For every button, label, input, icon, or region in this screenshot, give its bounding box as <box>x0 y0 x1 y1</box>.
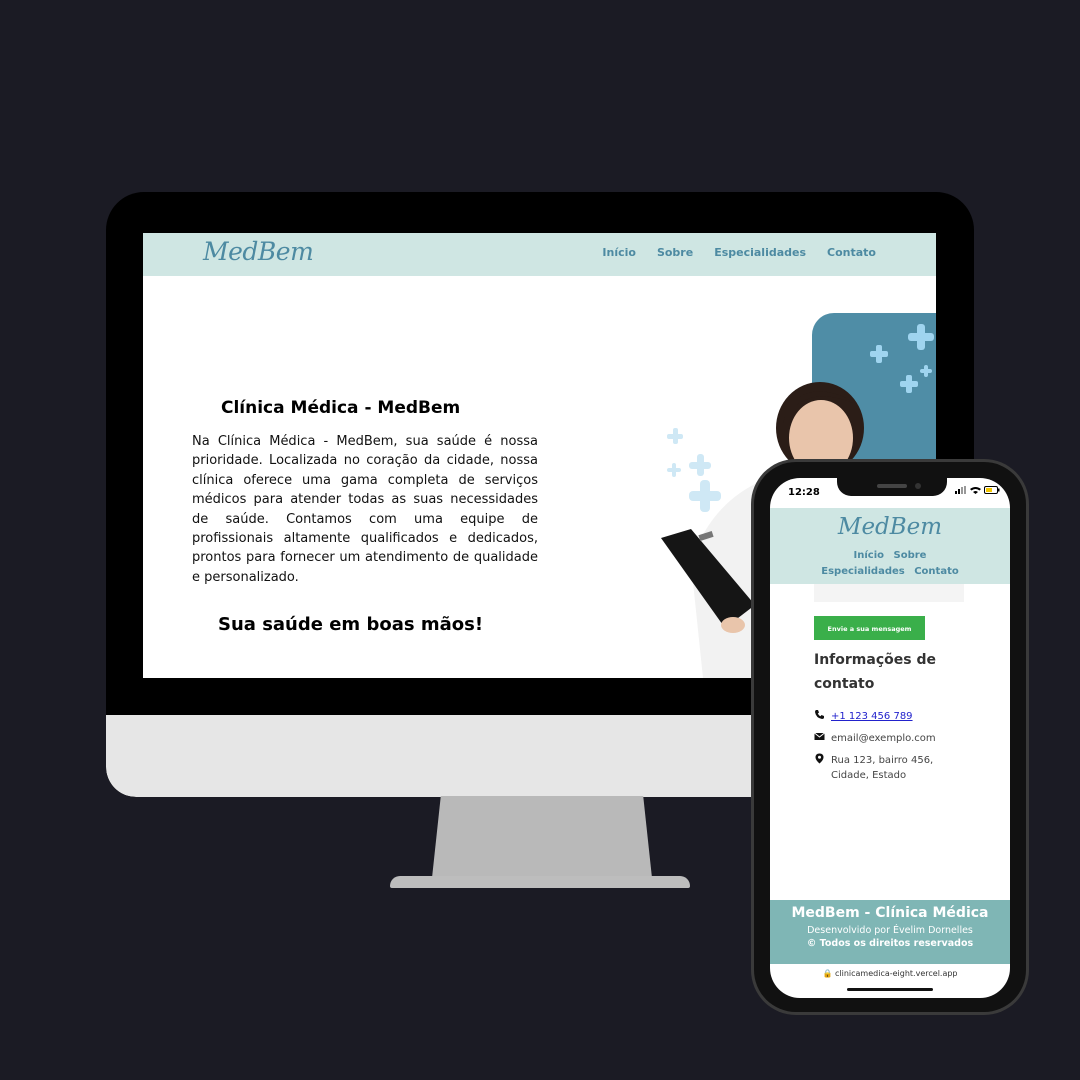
footer-credit: Desenvolvido por Évelim Dornelles <box>807 925 973 936</box>
status-time: 12:28 <box>788 487 820 498</box>
contact-email: email@exemplo.com <box>831 733 936 744</box>
mobile-navbar: MedBem Início Sobre Especialidades Conta… <box>770 508 1010 584</box>
signal-icon <box>955 486 966 494</box>
contact-email-row: email@exemplo.com <box>814 731 936 746</box>
wifi-icon <box>970 487 981 494</box>
home-indicator[interactable] <box>847 988 933 991</box>
footer-rights: © Todos os direitos reservados <box>806 938 974 949</box>
mobile-phone: 12:28 MedBem Início Sobre Especialidades… <box>754 462 1026 1012</box>
contact-info-title: Informações de contato <box>814 652 936 692</box>
contact-address-row: Rua 123, bairro 456, Cidade, Estado <box>814 753 944 783</box>
battery-icon <box>984 486 1000 494</box>
lock-icon: 🔒 <box>822 969 833 978</box>
monitor-stand <box>432 796 652 878</box>
camera <box>915 483 921 489</box>
footer-title: MedBem - Clínica Médica <box>791 905 989 921</box>
contact-phone-row: +1 123 456 789 <box>814 709 913 724</box>
mobile-nav-link-contato[interactable]: Contato <box>914 566 959 577</box>
phone-icon <box>815 710 824 719</box>
browser-url: clinicamedica-eight.vercel.app <box>834 969 958 978</box>
send-message-button[interactable]: Envie a sua mensagem <box>814 616 925 640</box>
phone-screen: 12:28 MedBem Início Sobre Especialidades… <box>770 478 1010 998</box>
contact-address: Rua 123, bairro 456, Cidade, Estado <box>831 755 934 781</box>
envelope-icon <box>814 732 825 740</box>
plus-decoration-icon <box>667 428 721 512</box>
mobile-nav-link-sobre[interactable]: Sobre <box>894 550 927 561</box>
mobile-nav-menu: Início Sobre Especialidades Contato <box>810 548 970 580</box>
map-pin-icon <box>815 753 824 764</box>
browser-url-bar[interactable]: 🔒 clinicamedica-eight.vercel.app <box>770 969 1010 978</box>
mobile-nav-link-especialidades[interactable]: Especialidades <box>821 566 904 577</box>
message-textarea[interactable] <box>814 584 964 602</box>
speaker <box>877 484 907 488</box>
status-icons <box>955 486 1000 494</box>
mobile-nav-link-inicio[interactable]: Início <box>854 550 885 561</box>
phone-notch <box>837 478 947 496</box>
contact-phone-link[interactable]: +1 123 456 789 <box>831 709 913 724</box>
mobile-logo[interactable]: MedBem <box>770 514 1010 540</box>
mobile-footer: MedBem - Clínica Médica Desenvolvido por… <box>770 900 1010 964</box>
monitor-stand-base <box>390 876 690 888</box>
